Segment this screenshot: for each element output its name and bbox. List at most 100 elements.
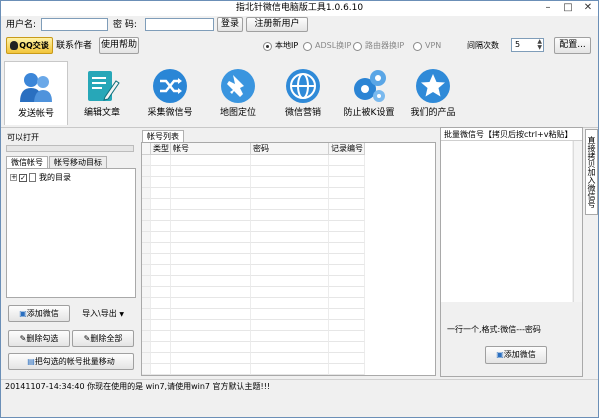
password-label: 密 码: [113, 20, 137, 30]
grid-cell [142, 232, 151, 243]
radio-dot [263, 41, 272, 51]
qq-chat-label: QQ交谈 [19, 41, 49, 50]
username-input[interactable] [41, 18, 108, 31]
maximize-button[interactable]: □ [558, 1, 578, 16]
window-title: 指北针微信电脑版工具1.0.6.10 [235, 3, 364, 13]
grid-cell [171, 221, 251, 232]
radio-dot [353, 41, 362, 51]
tool-map-location[interactable]: 地图定位 [206, 61, 270, 125]
grid-cell [251, 243, 329, 254]
grid-cell [251, 342, 329, 353]
grid-cell [329, 331, 365, 342]
grid-cell [142, 331, 151, 342]
radio-adsl-ip[interactable]: ADSL换IP [303, 41, 351, 51]
qq-chat-button[interactable]: QQ交谈 [6, 37, 53, 54]
tool-edit-article[interactable]: 编辑文章 [70, 61, 134, 125]
spinner-down-icon[interactable]: ▼ [537, 45, 542, 51]
account-grid: 类型 帐号 密码 记录编号 [141, 142, 436, 376]
grid-cell [171, 166, 251, 177]
help-button[interactable]: 使用帮助 [99, 37, 139, 54]
grid-cell [151, 232, 171, 243]
grid-cell [329, 265, 365, 276]
interval-spinner[interactable]: 5 ▲ ▼ [511, 38, 544, 52]
grid-cell [251, 287, 329, 298]
people-icon [17, 68, 55, 106]
grid-cell [329, 287, 365, 298]
grid-cell [329, 342, 365, 353]
minimize-button[interactable]: – [538, 1, 558, 16]
grid-cell [329, 199, 365, 210]
tool-collect-wechat[interactable]: 采集微信号 [138, 61, 202, 125]
tree-root[interactable]: + ✓ 我的目录 [10, 172, 71, 183]
tool-wechat-marketing[interactable]: 微信营销 [271, 61, 335, 125]
grid-cell [151, 177, 171, 188]
grid-cell [142, 254, 151, 265]
radio-vpn[interactable]: VPN [413, 41, 441, 51]
delete-all-button[interactable]: ✎删除全部 [72, 330, 134, 347]
grid-cell [151, 166, 171, 177]
config-button[interactable]: 配置... [554, 37, 591, 54]
grid-cell [251, 320, 329, 331]
radio-dot [413, 41, 422, 51]
right-add-wechat-button[interactable]: ▣添加微信 [485, 346, 547, 364]
password-input[interactable] [145, 18, 214, 31]
tool-our-products[interactable]: 我们的产品 [401, 61, 465, 125]
radio-label: VPN [425, 41, 442, 50]
side-tab-paste-accounts[interactable]: 直接拷贝加入微信号 [585, 129, 598, 215]
import-export-dropdown[interactable]: 导入\导出 ▼ [74, 307, 132, 321]
close-button[interactable]: ✕ [578, 1, 598, 16]
grid-cell [251, 155, 329, 166]
grid-cell [142, 353, 151, 364]
grid-cell [329, 309, 365, 320]
grid-cell [329, 210, 365, 221]
add-wechat-button[interactable]: ▣添加微信 [8, 305, 70, 322]
radio-local-ip[interactable]: 本地IP [263, 41, 298, 51]
grid-cell [171, 320, 251, 331]
star-icon [414, 67, 452, 105]
tab-wechat-accounts[interactable]: 微信帐号 [6, 156, 48, 168]
grid-cell [251, 276, 329, 287]
expand-icon[interactable]: + [10, 174, 17, 181]
login-button[interactable]: 登录 [217, 17, 243, 32]
grid-cell [329, 221, 365, 232]
dropdown-arrow-icon: ▼ [119, 311, 124, 318]
tool-anti-ban[interactable]: 防止被K设置 [337, 61, 401, 125]
account-tree: + ✓ 我的目录 [6, 168, 136, 298]
column-header-type[interactable]: 类型 [151, 143, 171, 155]
grid-cell [151, 155, 171, 166]
grid-cell [251, 188, 329, 199]
column-header-record-no[interactable]: 记录编号 [329, 143, 365, 155]
grid-cell [329, 177, 365, 188]
register-button[interactable]: 注册新用户 [246, 17, 308, 32]
interval-value: 5 [515, 40, 521, 49]
tab-account-list[interactable]: 帐号列表 [142, 130, 184, 142]
grid-cell [151, 309, 171, 320]
column-header-password[interactable]: 密码 [251, 143, 329, 155]
grid-cell [142, 276, 151, 287]
grid-cell [251, 331, 329, 342]
grid-cell [329, 166, 365, 177]
globe-icon [284, 67, 322, 105]
tool-send-account[interactable]: 发送帐号 [4, 61, 68, 125]
tab-move-target[interactable]: 帐号移动目标 [49, 156, 107, 168]
grid-cell [171, 210, 251, 221]
import-export-label: 导入\导出 [82, 309, 117, 318]
title-bar: 指北针微信电脑版工具1.0.6.10 – □ ✕ [1, 1, 598, 16]
grid-cell [151, 320, 171, 331]
tool-label: 发送帐号 [17, 109, 54, 119]
checkbox-icon[interactable]: ✓ [19, 173, 27, 182]
grid-cell [171, 188, 251, 199]
batch-accounts-textarea[interactable] [441, 141, 572, 302]
batch-move-button[interactable]: ▤把勾选的帐号批量移动 [8, 353, 134, 370]
column-header-account[interactable]: 帐号 [171, 143, 251, 155]
grid-cell [329, 276, 365, 287]
radio-router-ip[interactable]: 路由器换IP [353, 41, 404, 51]
grid-cell [329, 243, 365, 254]
right-add-wechat-label: 添加微信 [503, 350, 536, 359]
delete-checked-button[interactable]: ✎删除勾选 [8, 330, 70, 347]
batch-move-label: 把勾选的帐号批量移动 [34, 357, 115, 366]
grid-cell [251, 298, 329, 309]
left-tabs: 微信帐号 帐号移动目标 [6, 156, 108, 168]
textarea-scrollbar[interactable] [573, 141, 582, 302]
contact-author-label: 联系作者 [56, 41, 93, 51]
